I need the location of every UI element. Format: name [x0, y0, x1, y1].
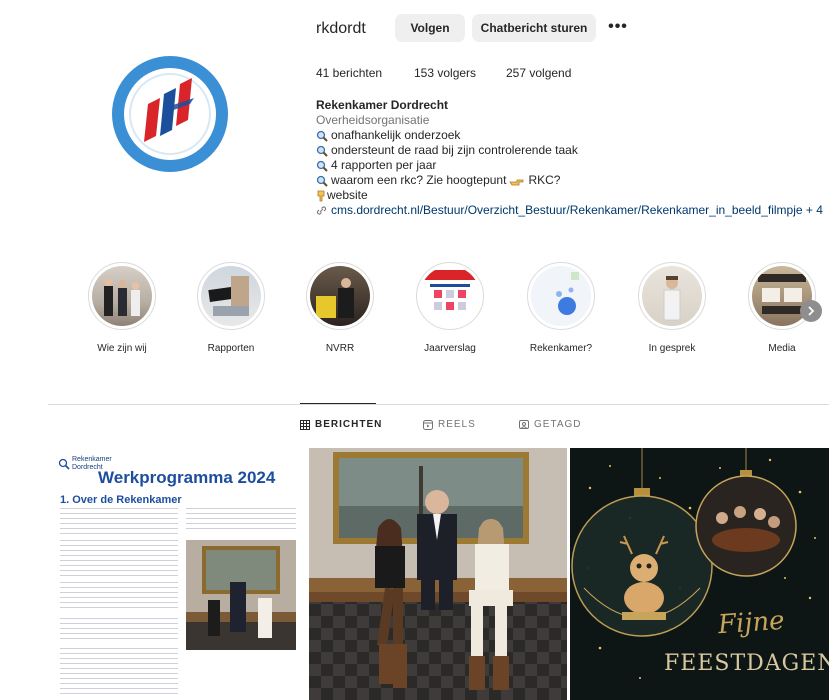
highlights-next-button[interactable]	[800, 300, 822, 322]
tabs-divider	[48, 404, 829, 405]
post-werkprogramma[interactable]: Rekenkamer Dordrecht Werkprogramma 2024 …	[48, 448, 306, 700]
highlight-thumbnail	[642, 266, 702, 326]
tab-reels[interactable]: REELS	[423, 419, 476, 430]
bio-line: waarom een rkc? Zie hoogtepunt RKC?	[316, 173, 831, 188]
followers-count[interactable]: 153 volgers	[414, 66, 506, 80]
profile-bio: Rekenkamer Dordrecht Overheidsorganisati…	[316, 98, 831, 218]
highlight-jaarverslag[interactable]: Jaarverslag	[410, 262, 490, 354]
bio-line: onafhankelijk onderzoek	[316, 128, 831, 143]
post-feestdagen-script: Fijne	[717, 605, 786, 641]
profile-username: rkdordt	[316, 20, 366, 37]
magnifier-icon	[316, 145, 328, 157]
pointing-hand-icon	[509, 179, 524, 185]
highlight-label: Wie zijn wij	[97, 343, 147, 354]
following-count[interactable]: 257 volgend	[506, 66, 571, 80]
magnifier-icon	[316, 175, 328, 187]
tab-berichten[interactable]: BERICHTEN	[300, 419, 382, 430]
highlight-thumbnail	[531, 266, 591, 326]
active-tab-indicator	[300, 403, 376, 404]
bio-line-text: onafhankelijk onderzoek	[331, 128, 461, 142]
magnifier-icon	[316, 160, 328, 172]
post-doc-paragraph	[60, 508, 178, 534]
tab-getagd[interactable]: GETAGD	[519, 419, 581, 430]
pointing-down-hand-icon	[317, 190, 325, 201]
bio-external-link[interactable]: cms.dordrecht.nl/Bestuur/Overzicht_Bestu…	[316, 203, 831, 218]
grid-icon	[300, 419, 310, 430]
bio-website-label: website	[327, 188, 368, 202]
follow-button[interactable]: Volgen	[395, 14, 465, 42]
reels-icon	[423, 419, 433, 430]
post-doc-paragraph	[60, 648, 178, 696]
chevron-right-icon	[808, 306, 815, 316]
highlight-thumbnail	[310, 266, 370, 326]
post-doc-heading: 1. Over de Rekenkamer	[60, 494, 182, 506]
profile-avatar[interactable]	[110, 54, 230, 174]
post-doc-paragraph	[60, 618, 178, 640]
bio-line: 4 rapporten per jaar	[316, 158, 831, 173]
post-photo-group[interactable]	[309, 448, 567, 700]
story-highlights: Wie zijn wij Rapporten NVRR Jaarverslag …	[0, 262, 833, 362]
message-button[interactable]: Chatbericht sturen	[472, 14, 596, 42]
bio-line-text: 4 rapporten per jaar	[331, 158, 437, 172]
bio-line-text: waarom een rkc? Zie hoogtepunt	[331, 173, 507, 187]
more-options-icon[interactable]: •••	[606, 15, 630, 39]
post-photo-image	[309, 448, 567, 700]
highlight-wie-zijn-wij[interactable]: Wie zijn wij	[82, 262, 162, 354]
profile-category: Overheidsorganisatie	[316, 113, 430, 127]
posts-count: 41 berichten	[316, 66, 383, 80]
highlight-thumbnail	[420, 266, 480, 326]
bio-line: ondersteunt de raad bij zijn controleren…	[316, 143, 831, 158]
post-doc-logo-line1: Rekenkamer	[72, 456, 112, 463]
highlight-label: Rekenkamer?	[529, 343, 593, 354]
highlight-label: In gesprek	[648, 343, 696, 354]
highlight-rapporten[interactable]: Rapporten	[191, 262, 271, 354]
highlight-label: Media	[768, 343, 796, 354]
post-doc-paragraph	[60, 582, 178, 612]
post-feestdagen[interactable]: Fijne FEESTDAGEN	[570, 448, 829, 700]
highlight-rekenkamer[interactable]: Rekenkamer?	[521, 262, 601, 354]
tagged-icon	[519, 419, 529, 429]
magnifier-icon	[58, 458, 70, 470]
post-feestdagen-caps: FEESTDAGEN	[664, 651, 829, 676]
highlight-thumbnail	[201, 266, 261, 326]
rekenkamer-logo	[112, 56, 228, 172]
highlight-in-gesprek[interactable]: In gesprek	[632, 262, 712, 354]
post-doc-paragraph	[186, 508, 296, 530]
post-doc-title: Werkprogramma 2024	[98, 468, 276, 487]
bio-link-text: cms.dordrecht.nl/Bestuur/Overzicht_Bestu…	[331, 203, 823, 217]
profile-display-name: Rekenkamer Dordrecht	[316, 98, 449, 112]
tab-label: GETAGD	[534, 419, 582, 430]
post-doc-paragraph	[60, 540, 178, 576]
highlight-label: NVRR	[325, 343, 355, 354]
highlight-label: Jaarverslag	[424, 343, 476, 354]
highlight-nvrr[interactable]: NVRR	[300, 262, 380, 354]
highlight-thumbnail	[92, 266, 152, 326]
post-doc-photo	[186, 540, 296, 650]
magnifier-icon	[316, 130, 328, 142]
highlight-label: Rapporten	[207, 343, 255, 354]
profile-stats: 41 berichten 153 volgers 257 volgend	[316, 66, 571, 80]
tab-label: REELS	[438, 419, 476, 430]
bio-line-text: ondersteunt de raad bij zijn controleren…	[331, 143, 578, 157]
bio-line: website	[316, 188, 831, 203]
link-icon	[317, 206, 326, 215]
tab-label: BERICHTEN	[315, 419, 383, 430]
bio-line-suffix: RKC?	[528, 173, 561, 187]
